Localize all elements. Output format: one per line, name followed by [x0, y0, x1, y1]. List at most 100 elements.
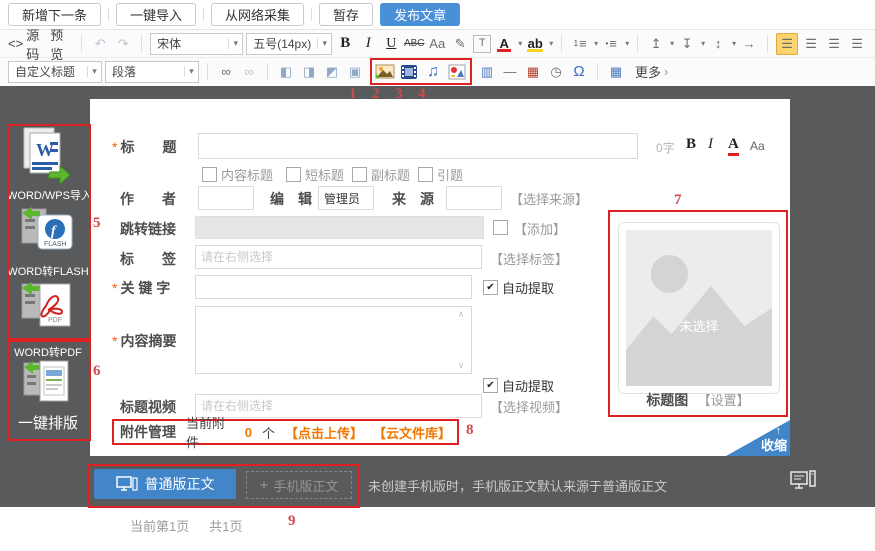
caret-down-icon[interactable]: ▾ — [594, 39, 598, 48]
paragraph-select[interactable]: 段落 ▾ — [105, 61, 199, 83]
author-input[interactable] — [198, 186, 254, 210]
strikethrough-icon[interactable]: ABC — [404, 34, 424, 54]
select-video-link[interactable]: 【选择视频】 — [490, 397, 568, 416]
image-inline-icon[interactable]: ◩ — [322, 62, 342, 82]
ordered-list-icon[interactable]: 1 ≡ — [570, 34, 590, 54]
caret-down-icon[interactable]: ▾ — [625, 39, 629, 48]
cloud-library-link[interactable]: 【云文件库】 — [373, 423, 451, 442]
content-title-option[interactable]: 内容标题 — [202, 165, 273, 184]
paragraph-spacing-top-icon[interactable]: ↥ — [646, 34, 666, 54]
word-import-icon[interactable]: W — [22, 126, 72, 189]
title-image-card[interactable]: 未选择 — [618, 222, 780, 394]
keyword-auto-checkbox[interactable]: ✔ — [483, 280, 498, 295]
title-input[interactable] — [198, 133, 638, 159]
columns-icon[interactable]: ▥ — [477, 62, 497, 82]
format-painter-icon[interactable]: ✎ — [450, 34, 470, 54]
abstract-scrollbar[interactable]: ∧ ∨ — [454, 309, 468, 371]
title-bold-icon[interactable]: B — [686, 136, 696, 153]
insert-image-icon[interactable] — [375, 62, 395, 82]
scroll-up-icon[interactable]: ∧ — [458, 309, 465, 320]
image-block-icon[interactable]: ▣ — [345, 62, 365, 82]
italic-icon[interactable]: I — [358, 34, 378, 54]
align-justify-icon[interactable]: ☰ — [847, 34, 867, 54]
tab-pc-content[interactable]: 普通版正文 — [94, 469, 236, 499]
select-source-link[interactable]: 【选择来源】 — [510, 189, 588, 208]
font-family-select[interactable]: 宋体 ▾ — [150, 33, 243, 55]
align-right-icon[interactable]: ☰ — [824, 34, 844, 54]
new-next-button[interactable]: 新增下一条 — [8, 3, 101, 26]
subtitle-checkbox[interactable] — [352, 167, 367, 182]
tab-mobile-content[interactable]: + 手机版正文 — [246, 471, 352, 499]
title-video-input[interactable] — [195, 394, 482, 418]
content-title-checkbox[interactable] — [202, 167, 217, 182]
keyword-auto-extract[interactable]: ✔ 自动提取 — [483, 278, 554, 297]
word-to-pdf-label[interactable]: WORD转PDF — [7, 344, 89, 360]
line-height-icon[interactable]: ↕ — [708, 34, 728, 54]
title-color-icon[interactable]: A — [728, 136, 739, 156]
horizontal-rule-icon[interactable]: — — [500, 62, 520, 82]
source-input[interactable] — [446, 186, 502, 210]
clear-format-icon[interactable]: Aa — [427, 34, 447, 54]
highlight-color-icon[interactable]: ab — [525, 34, 545, 54]
indent-icon[interactable]: → — [739, 34, 759, 54]
word-to-flash-label[interactable]: WORD转FLASH — [7, 263, 89, 279]
font-color-icon[interactable]: A — [494, 34, 514, 54]
word-to-pdf-icon[interactable]: PDF — [20, 280, 74, 339]
abstract-auto-extract[interactable]: ✔ 自动提取 — [483, 376, 554, 395]
insert-media-icon[interactable] — [447, 62, 467, 82]
scroll-down-icon[interactable]: ∨ — [458, 360, 465, 371]
clock-icon[interactable]: ◷ — [546, 62, 566, 82]
jump-link-checkbox[interactable] — [493, 220, 508, 235]
editor-input[interactable] — [318, 186, 374, 210]
collapse-label[interactable]: 收缩 — [761, 435, 787, 454]
abstract-auto-checkbox[interactable]: ✔ — [483, 378, 498, 393]
insert-video-icon[interactable] — [399, 62, 419, 82]
keyword-input[interactable] — [195, 275, 472, 299]
align-left-icon[interactable]: ☰ — [776, 33, 798, 55]
word-import-label[interactable]: WORD/WPS导入 — [7, 187, 89, 203]
one-click-typeset-icon[interactable] — [22, 359, 72, 412]
source-code-button[interactable]: <> 源码 — [8, 25, 47, 63]
abstract-textarea[interactable] — [195, 306, 472, 374]
lead-title-checkbox[interactable] — [418, 167, 433, 182]
caret-down-icon[interactable]: ▾ — [732, 39, 736, 48]
word-to-flash-icon[interactable]: f FLASH — [20, 205, 74, 264]
lead-title-option[interactable]: 引题 — [418, 165, 463, 184]
short-title-option[interactable]: 短标题 — [286, 165, 344, 184]
redo-icon[interactable]: ↷ — [113, 34, 133, 54]
insert-music-icon[interactable]: ♫ — [423, 62, 443, 82]
unordered-list-icon[interactable]: • ≡ — [601, 34, 621, 54]
omega-symbol-icon[interactable]: Ω — [569, 62, 589, 82]
add-jump-link[interactable]: 【添加】 — [514, 219, 566, 238]
select-tag-link[interactable]: 【选择标签】 — [490, 249, 568, 268]
desktop-computer-icon[interactable] — [790, 470, 818, 495]
web-collect-button[interactable]: 从网络采集 — [211, 3, 304, 26]
caret-down-icon[interactable]: ▾ — [701, 39, 705, 48]
title-image-placeholder[interactable]: 未选择 — [626, 230, 772, 386]
caret-down-icon[interactable]: ▾ — [670, 39, 674, 48]
calendar-icon[interactable]: ▦ — [523, 62, 543, 82]
title-image-settings-link[interactable]: 【设置】 — [698, 393, 750, 408]
jump-link-input[interactable] — [195, 216, 484, 239]
font-size-select[interactable]: 五号(14px) ▾ — [246, 33, 332, 55]
bold-icon[interactable]: B — [335, 34, 355, 54]
undo-icon[interactable]: ↶ — [90, 34, 110, 54]
short-title-checkbox[interactable] — [286, 167, 301, 182]
title-clear-format-icon[interactable]: Aa — [750, 139, 765, 153]
title-italic-icon[interactable]: I — [708, 136, 713, 153]
image-align-right-icon[interactable]: ◨ — [299, 62, 319, 82]
paragraph-spacing-bottom-icon[interactable]: ↧ — [677, 34, 697, 54]
subtitle-option[interactable]: 副标题 — [352, 165, 410, 184]
remove-link-icon[interactable]: ∞ — [239, 62, 259, 82]
upload-attachment-link[interactable]: 【点击上传】 — [285, 423, 363, 442]
tag-input[interactable] — [195, 245, 482, 269]
underline-icon[interactable]: U — [381, 34, 401, 54]
publish-button[interactable]: 发布文章 — [380, 3, 460, 26]
align-center-icon[interactable]: ☰ — [801, 34, 821, 54]
image-align-left-icon[interactable]: ◧ — [276, 62, 296, 82]
custom-style-select[interactable]: 自定义标题 ▾ — [8, 61, 102, 83]
preview-button[interactable]: 预览 — [50, 25, 73, 63]
caret-down-icon[interactable]: ▾ — [549, 39, 553, 48]
one-click-import-button[interactable]: 一键导入 — [116, 3, 196, 26]
paste-as-text-icon[interactable]: T — [473, 35, 491, 53]
